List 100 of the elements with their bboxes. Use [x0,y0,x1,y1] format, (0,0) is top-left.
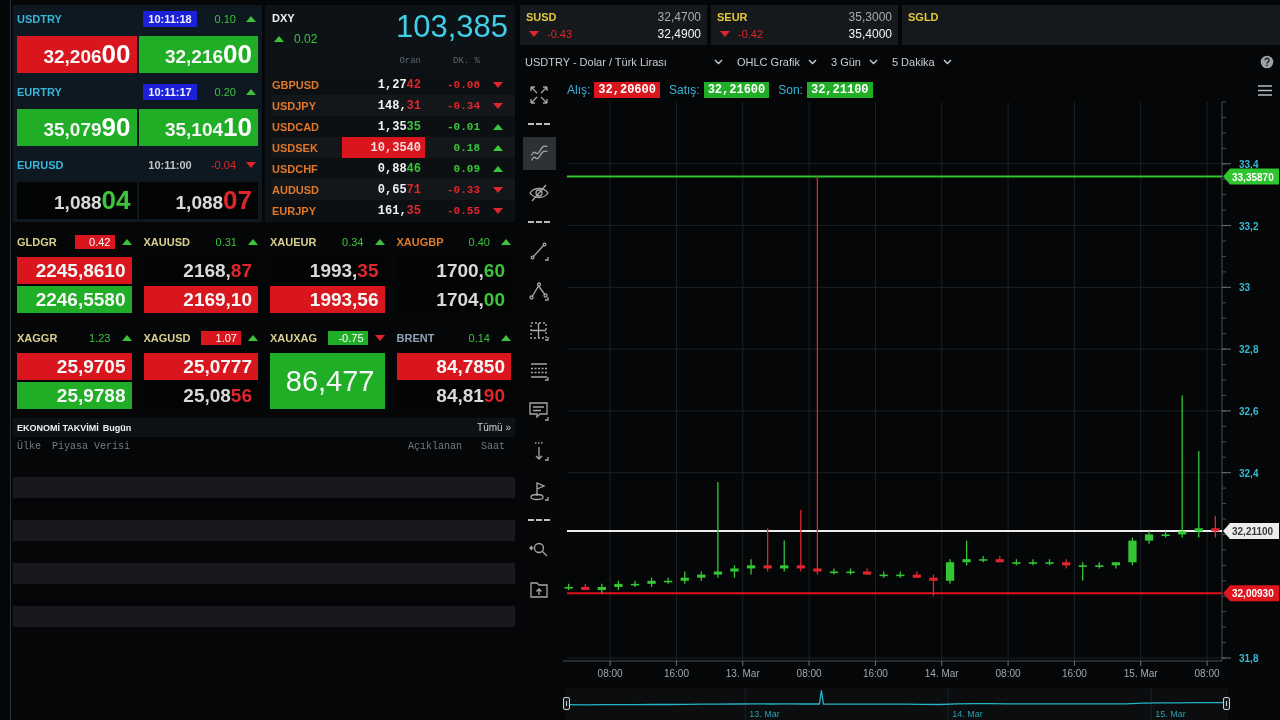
ref-line-label: 32,00930 [1232,588,1275,600]
candle [1211,515,1220,539]
speech-bubble-icon[interactable] [528,400,550,422]
price-tag: 32,21100 [1223,523,1279,540]
quote-label: Satış: [668,83,700,97]
section-title: EKONOMİ TAKVİMİ [17,422,99,433]
axis-label: 33,2 [1239,220,1259,232]
ref-line-label: 32,21100 [1232,526,1274,538]
change-value: 0.18 [452,141,480,154]
ask-price: 2246,5580 [17,286,132,313]
candle [1144,530,1154,545]
column-header: Saat [481,440,506,452]
symbol-name: BRENT [396,332,436,344]
ask-price: 32,21600 [138,36,258,73]
triangle-pattern-icon[interactable] [528,280,550,302]
candle [896,570,905,579]
change-value: 1.23 [88,331,112,345]
price-tag: 32,00930 [1223,585,1279,602]
pair-name: EURUSD [17,159,65,171]
symbol-name: XAGUSD [143,332,192,344]
candle [796,509,805,573]
change-value: -0.43 [547,27,573,40]
pair-name: EURTRY [17,86,63,98]
change-value: 0.31 [214,235,238,249]
navigator-date-label: 14. Mar [952,709,983,719]
candle [763,527,772,573]
quote-value: 32,20600 [594,82,660,98]
menu-icon[interactable] [1258,84,1272,96]
axis-label: 16:00 [862,668,888,679]
grid-icon[interactable] [528,320,550,342]
pair-name: USDCHF [272,162,319,175]
bid-price: 32,20600 [17,36,137,73]
range-handle-icon[interactable] [1223,697,1230,710]
change-value: 0.34 [341,235,365,249]
change-value: 0.40 [467,235,491,249]
pair-name: USDCAD [272,120,321,133]
trend-lines-icon[interactable] [522,136,556,170]
change-value: 0.10 [213,13,236,25]
change-value: 0.42 [74,235,115,249]
candle [614,580,623,591]
flag-pin-icon[interactable] [528,480,550,502]
bid-price: 84,7850 [396,353,511,380]
line-tool-icon[interactable] [528,240,550,262]
candle [863,567,872,576]
change-value: 0.02 [294,32,318,46]
candle [780,539,789,573]
candle [879,570,888,579]
candle [1111,561,1120,570]
pair-name: USDTRY [17,13,63,25]
exchange-rate: 1,3535 [376,118,422,136]
axis-label: 32,4 [1239,467,1259,479]
show-all-link[interactable]: Tümü » [477,422,511,433]
horizontal-lines-icon[interactable] [528,360,550,382]
dropdown[interactable]: 3 Gün [830,56,878,68]
bid-price: 25,9705 [17,353,132,380]
candle [912,570,922,579]
exchange-rate: 161,35 [376,202,422,220]
candle [1095,561,1104,570]
candle [979,555,988,563]
candle [829,567,839,576]
symbol-name: SEUR [717,10,749,23]
price-tag: 33,35870 [1223,168,1279,185]
ask-price: 25,9788 [17,382,132,409]
axis-label: 32,6 [1239,405,1259,417]
axis-label: 33 [1239,282,1251,294]
axis-label: 08:00 [1194,668,1220,679]
ask-price: 2169,10 [143,286,258,313]
candle [945,558,955,585]
dropdown[interactable]: 5 Dakika [891,56,952,68]
candle [995,555,1004,563]
axis-label: 32,8 [1239,344,1259,356]
change-value: 0.09 [452,162,480,175]
candle [730,564,739,579]
quote-time: 10:11:00 [147,158,193,173]
candle [1062,558,1071,570]
pair-name: EURJPY [272,204,318,217]
axis-label: 16:00 [663,668,689,679]
column-header: DK. % [452,56,480,66]
quote-time: 10:11:17 [143,84,197,100]
help-icon[interactable] [1260,55,1274,69]
range-handle-icon[interactable] [563,697,570,710]
change-value: -0.42 [738,27,764,40]
chevron-down-icon [942,59,952,65]
bid-price: 35,3000 [848,9,892,24]
bid-price: 2245,8610 [17,257,132,284]
dropdown[interactable]: OHLC Grafik [737,56,817,68]
dropdown[interactable]: USDTRY - Dolar / Türk Lirası [525,56,723,68]
fullscreen-icon[interactable] [528,84,550,106]
candle [929,573,938,597]
symbol-name: XAGGR [17,332,59,344]
eye-slash-icon[interactable] [528,182,550,204]
exchange-rate: 148,31 [376,97,422,115]
candle [1128,536,1137,566]
quote-label: Alış: [567,83,591,97]
chevron-down-icon [868,59,878,65]
change-value: -0.75 [327,331,368,345]
exchange-rate: 0,8846 [376,160,422,178]
change-value: 0.20 [213,86,236,98]
candle [746,558,756,576]
chevron-down-icon [807,59,817,65]
